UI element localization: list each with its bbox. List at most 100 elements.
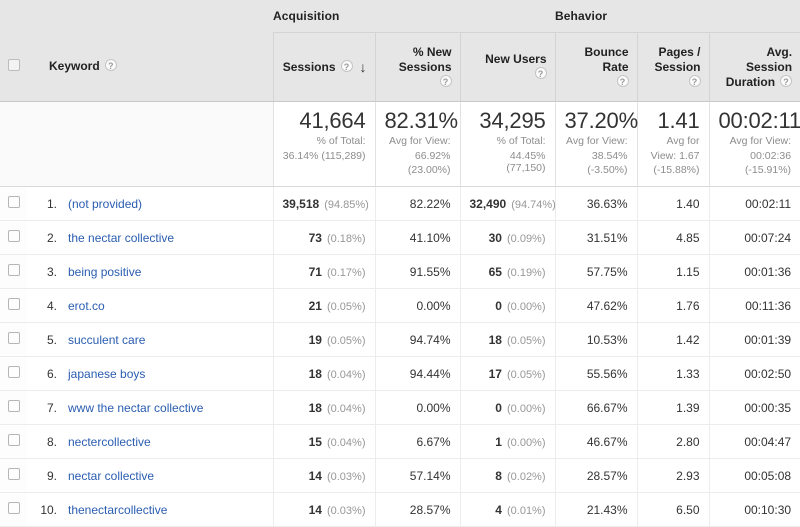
select-all-checkbox-cell[interactable] — [0, 32, 27, 102]
keyword-link[interactable]: erot.co — [68, 299, 105, 313]
keyword-cell: 9. nectar collective — [27, 458, 273, 493]
keyword-cell: 6. japanese boys — [27, 356, 273, 391]
new-users-cell: 1 (0.00%) — [459, 424, 556, 459]
column-header-new-users-label: New Users — [485, 52, 547, 66]
avg-session-duration-cell: 00:07:24 — [708, 220, 800, 255]
column-header-pages-session[interactable]: Pages / Session ? — [636, 32, 710, 102]
avg-session-duration-value: 00:01:39 — [744, 332, 792, 347]
row-number: 8. — [46, 434, 57, 449]
keyword-link[interactable]: japanese boys — [68, 367, 145, 381]
sessions-value: 15 — [308, 434, 322, 449]
keyword-link[interactable]: (not provided) — [68, 197, 142, 211]
row-checkbox[interactable] — [7, 434, 20, 446]
help-icon[interactable]: ? — [780, 74, 793, 87]
row-checkbox-cell[interactable] — [0, 220, 27, 255]
sort-descending-icon[interactable]: ↓ — [360, 59, 367, 75]
row-checkbox-cell[interactable] — [0, 356, 27, 391]
pages-session-cell: 1.42 — [636, 322, 710, 357]
new-users-cell: 0 (0.00%) — [459, 288, 556, 323]
avg-session-duration-cell: 00:10:30 — [708, 492, 800, 527]
summary-new-users-cell: 34,295 % of Total: 44.45% (77,150) — [459, 101, 556, 187]
keyword-link[interactable]: nectar collective — [68, 469, 154, 483]
sessions-percent: (94.85%) — [324, 198, 369, 211]
row-checkbox[interactable] — [7, 468, 20, 480]
pages-session-value: 1.33 — [676, 366, 700, 381]
summary-keyword-cell — [27, 101, 273, 187]
sessions-value: 18 — [308, 366, 322, 381]
keyword-link[interactable]: thenectarcollective — [68, 503, 167, 517]
column-header-pct-new-sessions[interactable]: % New Sessions ? — [374, 32, 460, 102]
row-checkbox[interactable] — [7, 264, 20, 276]
summary-pages-session-cell: 1.41 Avg for View: 1.67 (-15.88%) — [636, 101, 710, 187]
row-checkbox[interactable] — [7, 230, 20, 242]
column-header-sessions-label: Sessions — [282, 59, 336, 74]
bounce-rate-value: 57.75% — [586, 264, 628, 279]
row-checkbox-cell[interactable] — [0, 390, 27, 425]
new-users-percent: (0.05%) — [506, 334, 546, 347]
summary-avg-session-duration-sub2: 00:02:36 — [750, 149, 792, 162]
keyword-link[interactable]: the nectar collective — [68, 231, 174, 245]
pages-session-cell: 1.33 — [636, 356, 710, 391]
row-checkbox-cell[interactable] — [0, 424, 27, 459]
summary-pages-session-value: 1.41 — [657, 108, 700, 133]
bounce-rate-value: 28.57% — [586, 468, 628, 483]
pct-new-sessions-value: 91.55% — [409, 264, 451, 279]
column-header-sessions[interactable]: Sessions? ↓ — [272, 32, 375, 102]
pages-session-cell: 2.93 — [636, 458, 710, 493]
help-icon[interactable]: ? — [340, 59, 353, 72]
help-icon[interactable]: ? — [439, 74, 452, 87]
row-checkbox-cell[interactable] — [0, 186, 27, 221]
bounce-rate-cell: 10.53% — [554, 322, 638, 357]
row-number: 9. — [46, 468, 57, 483]
new-users-cell: 65 (0.19%) — [459, 254, 556, 289]
summary-row: 41,664 % of Total: 36.14% (115,289) 82.3… — [0, 101, 800, 187]
avg-session-duration-value: 00:01:36 — [744, 264, 792, 279]
column-header-new-users[interactable]: New Users? — [459, 32, 556, 102]
pages-session-value: 1.76 — [676, 298, 700, 313]
pct-new-sessions-value: 41.10% — [409, 230, 451, 245]
keyword-cell: 5. succulent care — [27, 322, 273, 357]
column-header-bounce-rate[interactable]: Bounce Rate ? — [554, 32, 638, 102]
sessions-value: 21 — [308, 298, 322, 313]
row-checkbox[interactable] — [7, 502, 20, 514]
help-icon[interactable]: ? — [616, 74, 629, 87]
sessions-percent: (0.04%) — [326, 436, 366, 449]
keyword-link[interactable]: nectercollective — [68, 435, 151, 449]
row-checkbox-cell[interactable] — [0, 492, 27, 527]
summary-pages-session-sub1: Avg for — [666, 135, 700, 147]
select-all-checkbox[interactable] — [7, 58, 20, 71]
keyword-link[interactable]: succulent care — [68, 333, 145, 347]
column-header-pct-new-sessions-line1: % New — [412, 44, 452, 59]
row-checkbox[interactable] — [7, 332, 20, 344]
sessions-value: 71 — [308, 264, 322, 279]
table-row: 8. nectercollective 15 (0.04%) 6.67% 1 (0.00%)… — [0, 424, 800, 459]
table-header: Acquisition Behavior Keyword? Sessions? ↓… — [0, 0, 800, 102]
keyword-cell: 10. thenectarcollective — [27, 492, 273, 527]
summary-bounce-rate-value: 37.20% — [564, 108, 639, 133]
summary-avg-session-duration-sub3: (-15.91%) — [744, 164, 792, 176]
row-checkbox-cell[interactable] — [0, 322, 27, 357]
row-checkbox[interactable] — [7, 298, 20, 310]
help-icon[interactable]: ? — [688, 74, 701, 87]
summary-checkbox-cell — [0, 101, 27, 187]
row-checkbox-cell[interactable] — [0, 458, 27, 493]
row-checkbox-cell[interactable] — [0, 288, 27, 323]
new-users-cell: 30 (0.09%) — [459, 220, 556, 255]
row-checkbox[interactable] — [7, 196, 20, 208]
keyword-link[interactable]: www the nectar collective — [68, 401, 203, 415]
summary-sessions-value: 41,664 — [299, 108, 366, 133]
row-checkbox[interactable] — [7, 400, 20, 412]
row-checkbox-cell[interactable] — [0, 254, 27, 289]
pct-new-sessions-cell: 94.44% — [374, 356, 460, 391]
help-icon[interactable]: ? — [534, 67, 547, 79]
column-header-avg-session-duration[interactable]: Avg. Session Duration? — [708, 32, 800, 102]
keyword-link[interactable]: being positive — [68, 265, 141, 279]
row-checkbox[interactable] — [7, 366, 20, 378]
sessions-cell: 14 (0.03%) — [272, 492, 375, 527]
pages-session-value: 1.39 — [676, 400, 700, 415]
help-icon[interactable]: ? — [104, 59, 117, 72]
sessions-percent: (0.04%) — [326, 402, 366, 415]
column-header-keyword[interactable]: Keyword? — [27, 32, 273, 102]
new-users-cell: 32,490 (94.74%) — [459, 186, 556, 221]
avg-session-duration-value: 00:02:11 — [745, 196, 792, 211]
